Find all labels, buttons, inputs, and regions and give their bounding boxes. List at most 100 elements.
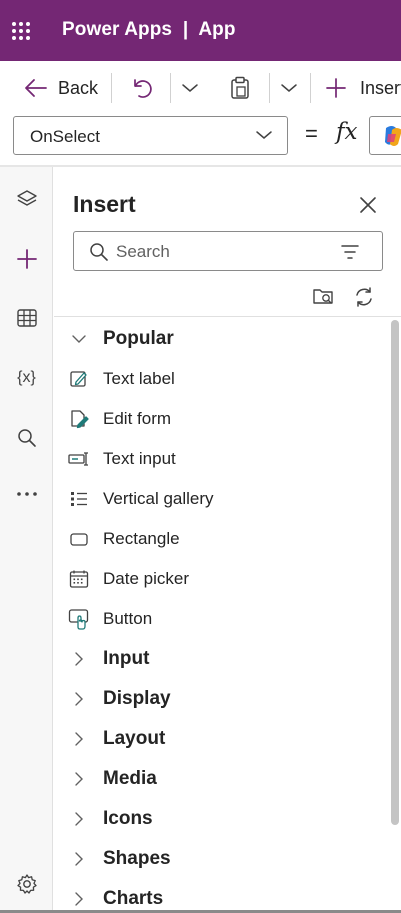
app-launcher-icon[interactable] xyxy=(11,21,31,41)
chevron-right-icon xyxy=(68,849,90,869)
app-title: Power Apps | App xyxy=(62,19,236,40)
title-bar: Power Apps | App xyxy=(0,0,401,61)
chevron-right-icon xyxy=(68,729,90,749)
search-input[interactable] xyxy=(116,241,326,263)
more-icon xyxy=(16,492,37,496)
formula-bar: OnSelect = fx xyxy=(0,115,401,165)
search-box xyxy=(73,231,383,271)
insert-list: Popular Text label Edit form Text input … xyxy=(54,317,390,913)
chevron-right-icon xyxy=(68,889,90,909)
undo-dropdown-button[interactable] xyxy=(181,61,199,115)
category-layout[interactable]: Layout xyxy=(54,719,390,759)
text-label-icon xyxy=(68,369,90,389)
paste-button[interactable] xyxy=(229,61,251,115)
list-item-text-label[interactable]: Text label xyxy=(54,359,390,399)
more-button[interactable] xyxy=(0,474,53,514)
import-components-button[interactable] xyxy=(309,282,339,312)
chevron-right-icon xyxy=(68,809,90,829)
category-media[interactable]: Media xyxy=(54,759,390,799)
pane-title: Insert xyxy=(73,191,136,217)
category-display[interactable]: Display xyxy=(54,679,390,719)
close-icon[interactable] xyxy=(356,193,380,217)
equals-sign: = xyxy=(305,121,318,146)
table-icon xyxy=(16,309,37,327)
plus-icon xyxy=(326,78,346,98)
category-label: Display xyxy=(103,688,171,709)
category-input[interactable]: Input xyxy=(54,639,390,679)
scrollbar[interactable] xyxy=(391,320,399,825)
back-button[interactable]: Back xyxy=(24,61,98,115)
insert-rail-button[interactable] xyxy=(0,239,53,279)
data-button[interactable] xyxy=(0,298,53,338)
category-shapes[interactable]: Shapes xyxy=(54,839,390,879)
vertical-gallery-icon xyxy=(68,489,90,509)
list-item-date-picker[interactable]: Date picker xyxy=(54,559,390,599)
list-item-text-input[interactable]: Text input xyxy=(54,439,390,479)
item-label: Vertical gallery xyxy=(103,489,214,508)
category-label: Popular xyxy=(103,328,174,349)
insert-button[interactable]: Insert xyxy=(325,61,401,115)
back-label: Back xyxy=(58,77,99,98)
item-label: Date picker xyxy=(103,569,189,588)
list-item-rectangle[interactable]: Rectangle xyxy=(54,519,390,559)
copilot-icon[interactable] xyxy=(382,124,401,148)
category-popular[interactable]: Popular xyxy=(54,319,390,359)
item-label: Button xyxy=(103,609,153,628)
formula-input[interactable] xyxy=(369,116,401,155)
tree-view-button[interactable] xyxy=(0,179,53,219)
search-icon xyxy=(90,243,108,261)
item-label: Rectangle xyxy=(103,529,180,548)
insert-pane: Insert Search Popular Text label Edit fo… xyxy=(54,167,401,913)
category-label: Media xyxy=(103,768,157,789)
category-label: Icons xyxy=(103,808,153,829)
insert-label: Insert xyxy=(360,77,401,98)
gear-icon xyxy=(16,874,37,894)
refresh-icon xyxy=(356,287,372,307)
list-item-vertical-gallery[interactable]: Vertical gallery xyxy=(54,479,390,519)
settings-button[interactable] xyxy=(0,864,53,904)
undo-button[interactable] xyxy=(131,61,153,115)
fx-icon[interactable]: fx xyxy=(336,119,357,145)
separator xyxy=(310,73,311,103)
category-label: Layout xyxy=(103,728,166,749)
layers-icon xyxy=(16,190,37,206)
chevron-down-icon xyxy=(256,131,272,139)
item-label: Edit form xyxy=(103,409,172,428)
list-item-button[interactable]: Button xyxy=(54,599,390,639)
chevron-down-icon xyxy=(281,84,297,92)
variables-button[interactable]: {x} xyxy=(0,358,53,398)
category-label: Shapes xyxy=(103,848,171,869)
property-dropdown[interactable]: OnSelect xyxy=(13,116,288,155)
chevron-right-icon xyxy=(68,769,90,789)
date-picker-icon xyxy=(68,569,90,589)
folder-search-icon xyxy=(313,289,333,304)
paste-dropdown-button[interactable] xyxy=(280,61,298,115)
category-icons[interactable]: Icons xyxy=(54,799,390,839)
plus-icon xyxy=(16,249,37,269)
refresh-button[interactable] xyxy=(349,282,379,312)
separator xyxy=(170,73,171,103)
back-arrow-icon xyxy=(25,79,47,97)
chevron-right-icon xyxy=(68,649,90,669)
chevron-right-icon xyxy=(68,689,90,709)
clipboard-icon xyxy=(231,76,249,99)
separator xyxy=(269,73,270,103)
command-bar: Back Insert xyxy=(0,61,401,115)
separator xyxy=(111,73,112,103)
category-charts[interactable]: Charts xyxy=(54,879,390,913)
property-value: OnSelect xyxy=(30,127,100,146)
chevron-down-icon xyxy=(182,84,198,92)
search-icon xyxy=(17,429,36,447)
category-label: Input xyxy=(103,648,150,669)
filter-icon[interactable] xyxy=(340,244,360,260)
variables-icon: {x} xyxy=(17,369,36,386)
rectangle-icon xyxy=(68,529,90,549)
button-icon xyxy=(68,609,90,630)
list-item-edit-form[interactable]: Edit form xyxy=(54,399,390,439)
item-label: Text label xyxy=(103,369,175,388)
search-rail-button[interactable] xyxy=(0,418,53,458)
undo-icon xyxy=(134,79,152,98)
item-label: Text input xyxy=(103,449,176,468)
left-rail: {x} xyxy=(0,167,53,913)
pane-tools xyxy=(54,279,401,317)
